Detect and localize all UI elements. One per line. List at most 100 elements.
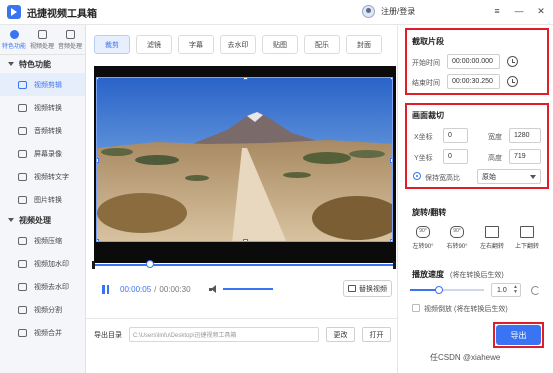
keep-ratio-radio[interactable] bbox=[413, 172, 421, 180]
chevron-down-icon bbox=[530, 175, 536, 179]
sidebar-item-label: 视频转换 bbox=[34, 104, 62, 112]
edit-icon bbox=[18, 80, 27, 89]
output-path-field[interactable]: C:\Users\linfu\Desktop\迅捷视频工具箱 bbox=[129, 327, 319, 342]
crop-handle[interactable] bbox=[390, 78, 392, 80]
rotate-right-button[interactable]: 90° 右转90° bbox=[442, 226, 472, 250]
crop-handle[interactable] bbox=[97, 239, 99, 241]
collapse-triangle-icon bbox=[8, 62, 14, 66]
volume-icon[interactable] bbox=[208, 284, 219, 294]
crop-handle[interactable] bbox=[97, 78, 99, 80]
replace-video-button[interactable]: 替换视频 bbox=[343, 280, 392, 297]
timeline-start-handle[interactable] bbox=[92, 261, 95, 269]
sidebar-section-video[interactable]: 视频处理 bbox=[0, 211, 85, 229]
menu-icon[interactable]: ≡ bbox=[491, 6, 503, 17]
y-input[interactable]: 0 bbox=[443, 149, 468, 164]
sidebar-item-video-edit[interactable]: 视频剪辑 bbox=[0, 73, 85, 96]
login-area[interactable]: 注册/登录 bbox=[362, 5, 415, 18]
tab-crop[interactable]: 裁剪 bbox=[94, 35, 130, 54]
crop-handle[interactable] bbox=[243, 239, 248, 241]
pause-icon[interactable] bbox=[101, 284, 110, 294]
sidebar-item-remove-watermark[interactable]: 视频去水印 bbox=[0, 275, 85, 298]
flip-vertical-button[interactable]: 上下翻转 bbox=[512, 226, 542, 250]
width-input[interactable]: 1280 bbox=[509, 128, 541, 143]
speed-title: 播放速度 bbox=[412, 270, 444, 279]
sidebar-item-add-watermark[interactable]: 视频加水印 bbox=[0, 252, 85, 275]
open-dir-button[interactable]: 打开 bbox=[362, 327, 391, 342]
timeline-end-handle[interactable] bbox=[393, 261, 396, 269]
sidebar-item-label: 图片转换 bbox=[34, 196, 62, 204]
sidebar-item-video-convert[interactable]: 视频转换 bbox=[0, 96, 85, 119]
crop-handle[interactable] bbox=[390, 239, 392, 241]
text-icon bbox=[18, 172, 27, 181]
start-time-input[interactable]: 00:00:00.000 bbox=[447, 54, 500, 69]
topnav-video[interactable]: 视频处理 bbox=[28, 25, 56, 54]
app-logo-icon bbox=[7, 5, 21, 19]
tab-subtitle[interactable]: 字幕 bbox=[178, 35, 214, 54]
sidebar-item-label: 视频压缩 bbox=[34, 237, 62, 245]
topnav-featured[interactable]: 特色功能 bbox=[0, 25, 28, 54]
crop-handle[interactable] bbox=[243, 78, 248, 80]
topnav-audio[interactable]: 音频处理 bbox=[56, 25, 84, 54]
login-link[interactable]: 注册/登录 bbox=[381, 6, 415, 17]
y-label: Y坐标 bbox=[414, 155, 433, 162]
watermark-text: 任CSDN @xiahewe bbox=[430, 353, 501, 362]
section-label: 视频处理 bbox=[19, 215, 51, 225]
speed-slider-knob[interactable] bbox=[435, 286, 443, 294]
screen-record-icon bbox=[18, 149, 27, 158]
sidebar-item-label: 视频加水印 bbox=[34, 260, 69, 268]
app-title: 迅捷视频工具箱 bbox=[27, 8, 97, 20]
flip-horizontal-icon bbox=[485, 226, 499, 238]
ratio-select[interactable]: 原始 bbox=[477, 169, 541, 184]
reverse-checkbox[interactable] bbox=[412, 304, 420, 312]
avatar-icon[interactable] bbox=[362, 5, 375, 18]
sidebar-section-featured[interactable]: 特色功能 bbox=[0, 55, 85, 73]
volume-slider[interactable] bbox=[222, 288, 273, 290]
crop-handle[interactable] bbox=[97, 158, 99, 163]
tab-remove-watermark[interactable]: 去水印 bbox=[220, 35, 256, 54]
x-input[interactable]: 0 bbox=[443, 128, 468, 143]
start-time-label: 开始时间 bbox=[412, 60, 440, 67]
sidebar-item-video-split[interactable]: 视频分割 bbox=[0, 298, 85, 321]
compress-icon bbox=[18, 236, 27, 245]
tab-cover[interactable]: 封面 bbox=[346, 35, 382, 54]
rotate-right-icon: 90° bbox=[450, 226, 464, 238]
sidebar-item-video-merge[interactable]: 视频合并 bbox=[0, 321, 85, 344]
sidebar-item-audio-convert[interactable]: 音频转换 bbox=[0, 119, 85, 142]
height-input[interactable]: 719 bbox=[509, 149, 541, 164]
tab-sticker[interactable]: 贴图 bbox=[262, 35, 298, 54]
video-frame[interactable] bbox=[96, 77, 393, 242]
reverse-label: 视频倒放 bbox=[424, 306, 452, 313]
window-controls: ≡ — ✕ bbox=[491, 6, 547, 17]
speed-slider-fill bbox=[410, 289, 438, 291]
minimize-icon[interactable]: — bbox=[513, 6, 525, 17]
flip-vertical-label: 上下翻转 bbox=[514, 244, 539, 250]
sidebar-item-screen-record[interactable]: 屏幕录像 bbox=[0, 142, 85, 165]
close-icon[interactable]: ✕ bbox=[535, 6, 547, 17]
ratio-value: 原始 bbox=[482, 173, 496, 181]
clock-icon[interactable] bbox=[507, 76, 518, 87]
tab-filter[interactable]: 滤镜 bbox=[136, 35, 172, 54]
sidebar-item-video-to-text[interactable]: 视频转文字 bbox=[0, 165, 85, 188]
timeline[interactable] bbox=[92, 260, 396, 269]
timeline-track[interactable] bbox=[92, 264, 396, 266]
replace-icon bbox=[348, 285, 356, 292]
speed-slider[interactable] bbox=[410, 286, 484, 294]
top-nav: 特色功能 视频处理 音频处理 bbox=[0, 25, 85, 55]
sidebar-item-video-compress[interactable]: 视频压缩 bbox=[0, 229, 85, 252]
change-dir-button[interactable]: 更改 bbox=[326, 327, 355, 342]
end-time-input[interactable]: 00:00:30.250 bbox=[447, 74, 500, 89]
player-controls: 00:00:05 / 00:00:30 替换视频 bbox=[94, 279, 396, 299]
sidebar-item-image-convert[interactable]: 图片转换 bbox=[0, 188, 85, 211]
stepper-arrows-icon[interactable]: ▲ ▼ bbox=[513, 285, 518, 295]
clock-icon[interactable] bbox=[507, 56, 518, 67]
reset-icon[interactable] bbox=[531, 286, 540, 295]
tab-music[interactable]: 配乐 bbox=[304, 35, 340, 54]
sidebar-item-label: 视频分割 bbox=[34, 306, 62, 314]
flip-horizontal-button[interactable]: 左右翻转 bbox=[477, 226, 507, 250]
sidebar-item-label: 视频合并 bbox=[34, 329, 62, 337]
speed-input[interactable]: 1.0 ▲ ▼ bbox=[491, 283, 521, 297]
export-button[interactable]: 导出 bbox=[496, 325, 541, 345]
crop-handle[interactable] bbox=[390, 158, 392, 163]
playhead-handle[interactable] bbox=[146, 260, 154, 268]
rotate-left-button[interactable]: 90° 左转90° bbox=[408, 226, 438, 250]
